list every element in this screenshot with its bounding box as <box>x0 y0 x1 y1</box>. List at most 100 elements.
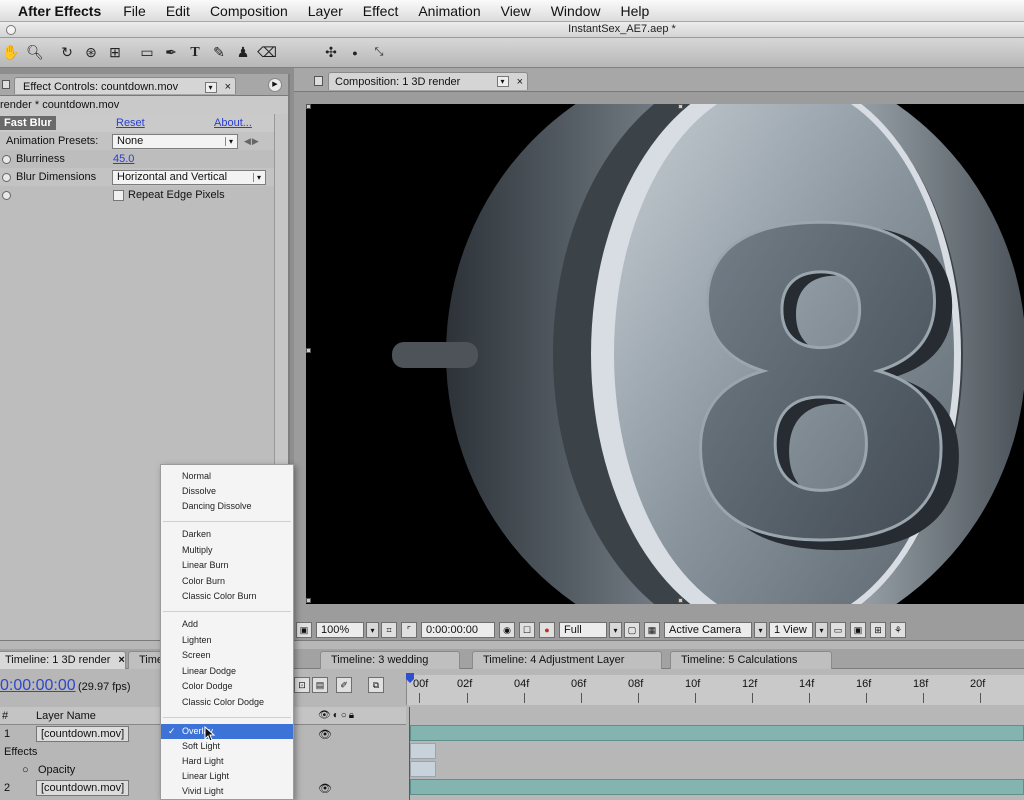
flowchart-icon[interactable]: ⚘ <box>890 622 906 638</box>
composition-flowchart-icon[interactable]: ⊡ <box>294 677 310 693</box>
layer-name[interactable]: [countdown.mov] <box>36 780 130 796</box>
world-axis-icon[interactable]: ● <box>344 42 366 64</box>
brush-icon[interactable]: ✎ <box>208 42 230 64</box>
camera-view-select[interactable]: Active Camera <box>664 622 752 638</box>
blend-mode-item[interactable]: Soft Light <box>161 739 293 754</box>
layer-name[interactable]: [countdown.mov] <box>36 726 130 742</box>
current-time-field[interactable]: 0:00:00:00 <box>421 622 495 638</box>
toggle-pixel-aspect-icon[interactable]: ▭ <box>830 622 846 638</box>
menu-window[interactable]: Window <box>541 3 611 19</box>
blend-mode-item[interactable]: Darken <box>161 527 293 542</box>
live-update-icon[interactable]: ▤ <box>312 677 328 693</box>
blend-mode-item[interactable]: Color Burn <box>161 574 293 589</box>
timeline-icon[interactable]: ⊞ <box>870 622 886 638</box>
menu-layer[interactable]: Layer <box>298 3 353 19</box>
blend-mode-item[interactable]: Multiply <box>161 543 293 558</box>
region-of-interest-icon[interactable]: ▢ <box>624 622 640 638</box>
view-layout-select[interactable]: 1 View <box>769 622 813 638</box>
tab-timeline-4[interactable]: Timeline: 4 Adjustment Layer <box>472 651 662 669</box>
fast-previews-icon[interactable]: ▣ <box>850 622 866 638</box>
grid-guides-icon[interactable]: ⌗ <box>381 622 397 638</box>
blend-mode-item-selected[interactable]: ✓ Overlay <box>161 724 293 739</box>
layer-duration-bar[interactable] <box>410 779 1024 795</box>
tab-timeline-2[interactable]: Timeline: 2 <box>128 651 162 669</box>
clone-stamp-icon[interactable]: ♟ <box>232 42 254 64</box>
blend-mode-item[interactable]: Classic Color Burn <box>161 589 293 604</box>
chevron-down-icon[interactable]: ▾ <box>815 622 828 638</box>
eraser-icon[interactable]: ⌫ <box>256 42 278 64</box>
eye-icon[interactable]: 👁︎ <box>318 728 332 741</box>
menu-effect[interactable]: Effect <box>353 3 409 19</box>
reset-link[interactable]: Reset <box>116 117 145 129</box>
blend-mode-item[interactable]: Screen <box>161 648 293 663</box>
tab-timeline-5[interactable]: Timeline: 5 Calculations <box>670 651 832 669</box>
tab-effect-controls[interactable]: Effect Controls: countdown.mov ▾ × <box>14 77 236 94</box>
close-icon[interactable]: × <box>517 76 523 88</box>
always-preview-icon[interactable]: ▣ <box>296 622 312 638</box>
stopwatch-icon[interactable] <box>2 154 11 164</box>
blend-mode-item[interactable]: Linear Light <box>161 769 293 784</box>
zoom-field[interactable]: 100% <box>316 622 364 638</box>
rotate-icon[interactable]: ↻ <box>56 42 78 64</box>
blend-mode-item[interactable]: Color Dodge <box>161 679 293 694</box>
snapshot-icon[interactable]: ◉ <box>499 622 515 638</box>
menu-animation[interactable]: Animation <box>408 3 490 19</box>
chevron-down-icon[interactable]: ▾ <box>366 622 379 638</box>
blend-mode-item[interactable]: Hard Light <box>161 754 293 769</box>
menu-file[interactable]: File <box>113 3 156 19</box>
stopwatch-icon[interactable]: ○ <box>22 764 29 776</box>
repeat-edge-checkbox[interactable] <box>113 189 124 201</box>
layer-handle[interactable] <box>306 598 311 603</box>
blend-mode-item[interactable]: Dissolve <box>161 484 293 499</box>
blend-mode-item[interactable]: Linear Dodge <box>161 664 293 679</box>
view-axis-icon[interactable]: ⤡ <box>368 42 390 64</box>
hand-icon[interactable]: ✋ <box>0 42 22 64</box>
eye-icon[interactable]: 👁︎ <box>318 782 332 795</box>
local-axis-icon[interactable]: ✣ <box>320 42 342 64</box>
type-icon[interactable]: T <box>184 42 206 64</box>
panel-grip-icon[interactable] <box>2 80 10 89</box>
blend-mode-item[interactable]: Classic Color Dodge <box>161 695 293 710</box>
stopwatch-icon[interactable] <box>2 190 11 200</box>
motion-blur-icon[interactable]: ⧉ <box>368 677 384 693</box>
resolution-select[interactable]: Full <box>559 622 607 638</box>
blend-mode-item[interactable]: Linear Burn <box>161 558 293 573</box>
draft-3d-icon[interactable]: ✐ <box>336 677 352 693</box>
menu-composition[interactable]: Composition <box>200 3 298 19</box>
track-xy-icon[interactable]: ⊞ <box>104 42 126 64</box>
blend-mode-item[interactable]: Vivid Light <box>161 784 293 799</box>
show-snapshot-icon[interactable]: ☐ <box>519 622 535 638</box>
layer-handle[interactable] <box>678 598 683 603</box>
tab-composition[interactable]: Composition: 1 3D render ▾ × <box>328 72 528 90</box>
menu-view[interactable]: View <box>491 3 541 19</box>
zoom-icon[interactable]: 🔍︎ <box>24 42 46 64</box>
transparency-grid-icon[interactable]: ▦ <box>644 622 660 638</box>
chevron-down-icon[interactable]: ▾ <box>496 76 509 87</box>
stopwatch-icon[interactable] <box>2 172 11 182</box>
chevron-down-icon[interactable]: ▾ <box>754 622 767 638</box>
chevron-down-icon[interactable]: ▾ <box>204 81 217 93</box>
preset-nav-arrows-icon[interactable]: ◀▶ <box>244 136 260 147</box>
layer-name-header[interactable]: Layer Name <box>36 710 96 722</box>
layer-handle[interactable] <box>306 348 311 353</box>
effect-name[interactable]: Fast Blur <box>0 116 56 130</box>
tab-timeline-3[interactable]: Timeline: 3 wedding <box>320 651 460 669</box>
close-icon[interactable]: × <box>225 81 231 93</box>
orbit-camera-icon[interactable]: ⊛ <box>80 42 102 64</box>
close-icon[interactable]: × <box>118 654 124 666</box>
panel-grip-icon[interactable] <box>314 76 323 86</box>
app-menu[interactable]: After Effects <box>18 3 113 19</box>
menu-edit[interactable]: Edit <box>156 3 200 19</box>
composition-viewer[interactable]: 8 8 <box>306 104 1024 604</box>
rectangle-mask-icon[interactable]: ▭ <box>136 42 158 64</box>
color-channels-icon[interactable]: ● <box>539 622 555 638</box>
layer-duration-bar[interactable] <box>410 725 1024 741</box>
blur-dimensions-select[interactable]: Horizontal and Vertical ▾ <box>112 169 266 185</box>
animation-presets-select[interactable]: None ▾ <box>112 133 238 149</box>
layer-handle[interactable] <box>306 104 311 109</box>
blend-mode-item[interactable]: Add <box>161 617 293 632</box>
mask-view-icon[interactable]: ⌜ <box>401 622 417 638</box>
panel-menu-icon[interactable]: ▶ <box>268 78 282 92</box>
menu-help[interactable]: Help <box>611 3 660 19</box>
blend-mode-item[interactable]: Normal <box>161 469 293 484</box>
